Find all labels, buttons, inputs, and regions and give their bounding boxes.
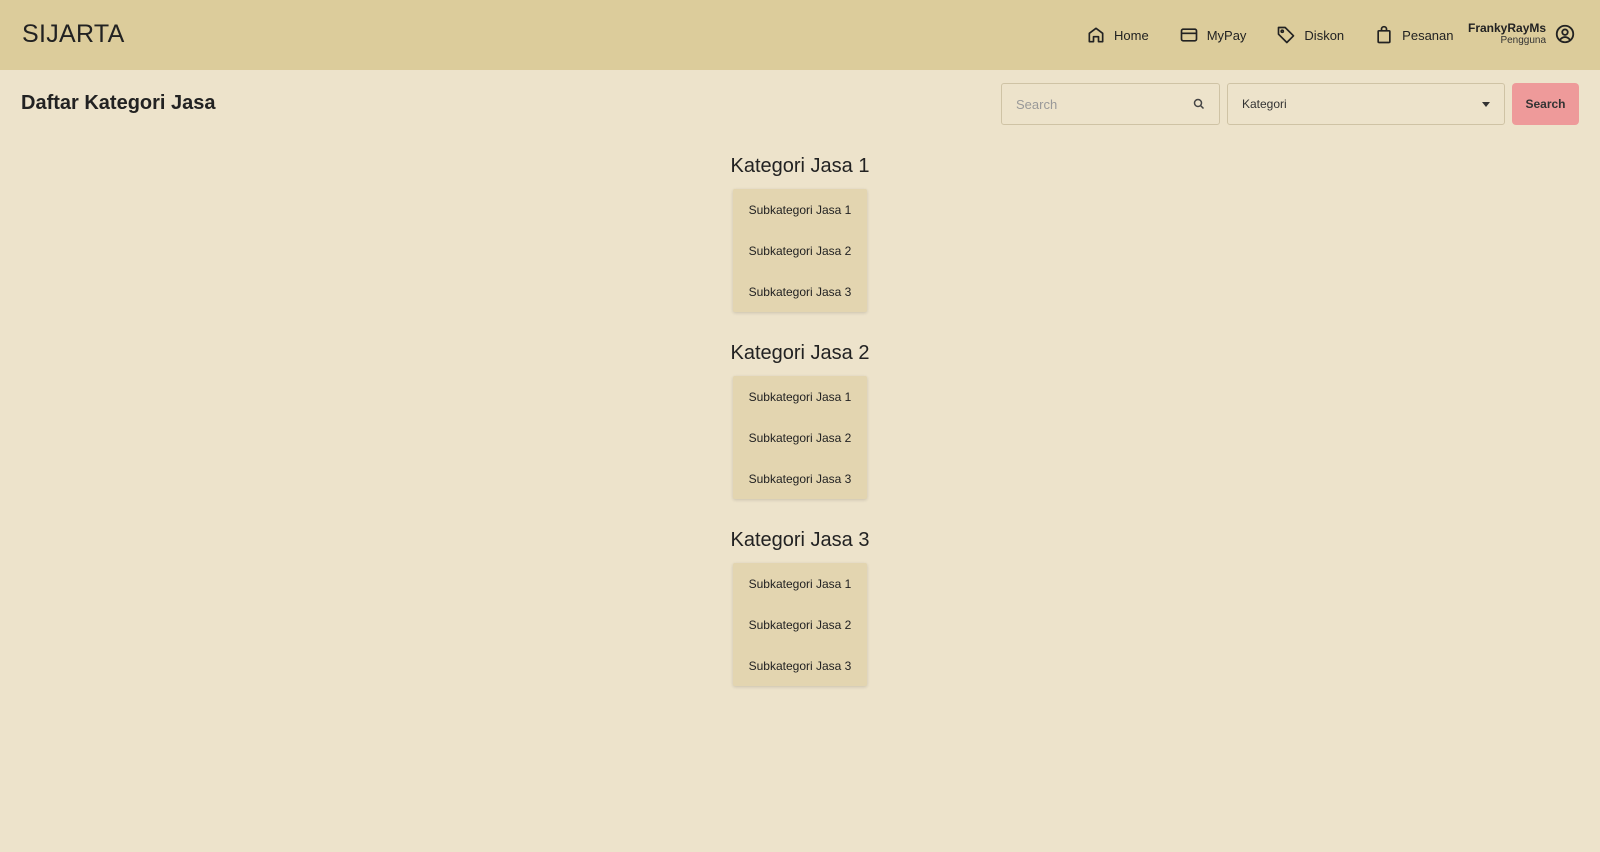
bag-icon xyxy=(1377,25,1391,44)
category-group: Kategori Jasa 1 Subkategori Jasa 1 Subka… xyxy=(0,153,1600,312)
nav-home-label: Home xyxy=(1114,27,1149,43)
page-title: Daftar Kategori Jasa xyxy=(21,92,216,114)
home-icon xyxy=(1088,27,1104,43)
nav-diskon[interactable]: Diskon xyxy=(1276,25,1344,45)
search-field[interactable] xyxy=(1001,83,1220,125)
nav-pesanan-label: Pesanan xyxy=(1402,27,1454,43)
chevron-down-icon xyxy=(1482,101,1490,107)
navbar: SIJARTA Home MyPay Diskon Pesanan Franky… xyxy=(0,0,1600,70)
card-icon xyxy=(1180,28,1198,42)
brand-logo[interactable]: SIJARTA xyxy=(22,20,125,49)
category-title: Kategori Jasa 3 xyxy=(730,529,870,551)
nav-diskon-label: Diskon xyxy=(1304,27,1345,43)
subcategory-list: Subkategori Jasa 1 Subkategori Jasa 2 Su… xyxy=(733,376,867,499)
user-circle-icon[interactable] xyxy=(1554,23,1576,45)
category-select-value: Kategori xyxy=(1242,97,1287,111)
subcategory-item[interactable]: Subkategori Jasa 2 xyxy=(733,604,867,645)
user-name: FrankyRayMs xyxy=(1468,21,1547,35)
category-list: Kategori Jasa 1 Subkategori Jasa 1 Subka… xyxy=(0,153,1600,714)
subcategory-item[interactable]: Subkategori Jasa 1 xyxy=(733,563,867,604)
nav-pesanan[interactable]: Pesanan xyxy=(1374,25,1454,45)
user-info: FrankyRayMs Pengguna xyxy=(1468,21,1546,47)
category-title: Kategori Jasa 2 xyxy=(730,342,870,364)
nav-mypay-label: MyPay xyxy=(1206,27,1247,43)
nav-mypay[interactable]: MyPay xyxy=(1179,25,1247,45)
subcategory-item[interactable]: Subkategori Jasa 1 xyxy=(733,189,867,230)
subcategory-item[interactable]: Subkategori Jasa 2 xyxy=(733,417,867,458)
search-input[interactable] xyxy=(1016,96,1193,112)
user-menu[interactable]: FrankyRayMs Pengguna xyxy=(1468,21,1576,47)
subcategory-item[interactable]: Subkategori Jasa 3 xyxy=(733,271,867,312)
user-role: Pengguna xyxy=(1500,35,1547,46)
subcategory-item[interactable]: Subkategori Jasa 3 xyxy=(733,645,867,686)
category-title: Kategori Jasa 1 xyxy=(730,155,870,177)
search-button[interactable]: Search xyxy=(1512,83,1579,125)
search-icon xyxy=(1193,98,1205,110)
subcategory-item[interactable]: Subkategori Jasa 1 xyxy=(733,376,867,417)
category-group: Kategori Jasa 2 Subkategori Jasa 1 Subka… xyxy=(0,340,1600,499)
category-group: Kategori Jasa 3 Subkategori Jasa 1 Subka… xyxy=(0,527,1600,686)
subcategory-list: Subkategori Jasa 1 Subkategori Jasa 2 Su… xyxy=(733,563,867,686)
subcategory-list: Subkategori Jasa 1 Subkategori Jasa 2 Su… xyxy=(733,189,867,312)
tag-icon xyxy=(1278,26,1295,44)
subcategory-item[interactable]: Subkategori Jasa 2 xyxy=(733,230,867,271)
category-select[interactable]: Kategori xyxy=(1227,83,1505,125)
subcategory-item[interactable]: Subkategori Jasa 3 xyxy=(733,458,867,499)
nav-menu: Home MyPay Diskon Pesanan xyxy=(1086,0,1484,70)
nav-home[interactable]: Home xyxy=(1086,25,1149,45)
